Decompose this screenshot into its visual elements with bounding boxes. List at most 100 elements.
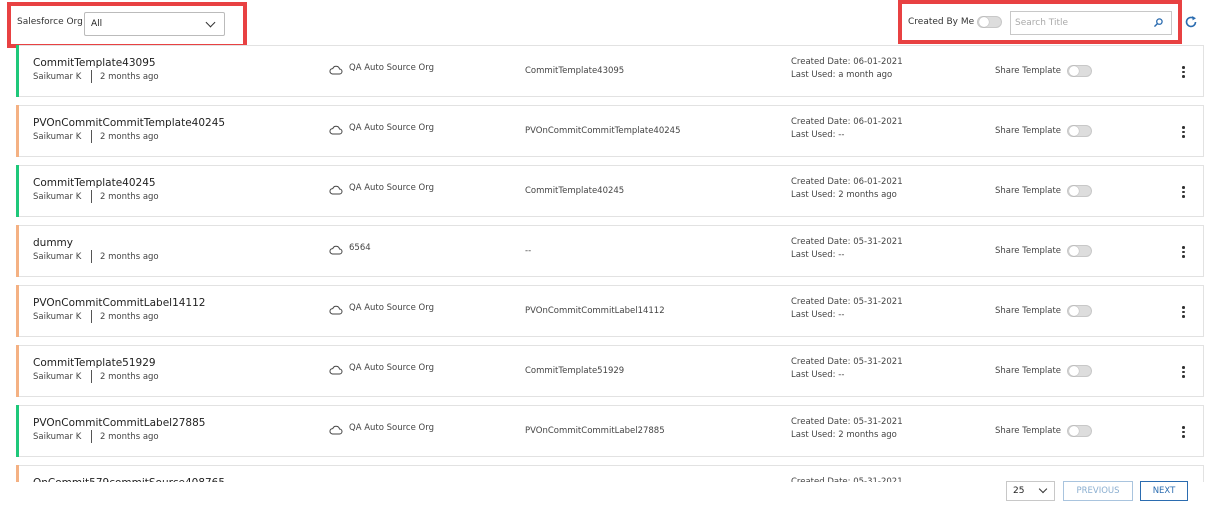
search-box: [1010, 11, 1172, 35]
more-options-icon[interactable]: [1181, 66, 1185, 78]
salesforce-org-select[interactable]: All: [84, 12, 225, 36]
status-bar: [16, 225, 19, 277]
table-row[interactable]: CommitTemplate51929 Saikumar K 2 months …: [16, 345, 1204, 397]
template-name[interactable]: PVOnCommitCommitTemplate40245: [33, 117, 225, 129]
author-name: Saikumar K: [33, 432, 82, 442]
source-org: QA Auto Source Org: [349, 363, 434, 373]
last-used: Last Used: 2 months ago: [791, 430, 897, 440]
share-template-toggle[interactable]: [1067, 305, 1092, 317]
refresh-icon[interactable]: [1184, 15, 1198, 29]
created-date: Created Date: 06-01-2021: [791, 117, 903, 127]
status-bar: [16, 45, 19, 97]
template-label: PVOnCommitCommitLabel27885: [525, 426, 665, 436]
table-row[interactable]: PVOnCommitCommitLabel27885 Saikumar K 2 …: [16, 405, 1204, 457]
per-page-value: 25: [1013, 486, 1025, 496]
cloud-icon: [329, 185, 343, 195]
source-org: QA Auto Source Org: [349, 63, 434, 73]
template-label: --: [525, 246, 532, 256]
author-separator: [91, 430, 92, 443]
source-org: QA Auto Source Org: [349, 303, 434, 313]
table-row[interactable]: CommitTemplate43095 Saikumar K 2 months …: [16, 45, 1204, 97]
source-org: QA Auto Source Org: [349, 183, 434, 193]
author-name: Saikumar K: [33, 72, 82, 82]
author-name: Saikumar K: [33, 192, 82, 202]
author-separator: [91, 70, 92, 83]
last-used: Last Used: --: [791, 250, 845, 260]
last-used: Last Used: --: [791, 310, 845, 320]
created-ago: 2 months ago: [100, 312, 159, 322]
share-template-toggle[interactable]: [1067, 185, 1092, 197]
more-options-icon[interactable]: [1181, 246, 1185, 258]
author-separator: [91, 370, 92, 383]
status-bar: [16, 465, 19, 482]
template-name[interactable]: PVOnCommitCommitLabel14112: [33, 297, 205, 309]
search-title-input[interactable]: [1015, 16, 1145, 30]
created-date: Created Date: 05-31-2021: [791, 237, 903, 247]
author-name: Saikumar K: [33, 312, 82, 322]
more-options-icon[interactable]: [1181, 426, 1185, 438]
status-bar: [16, 345, 19, 397]
salesforce-org-value: All: [91, 19, 103, 29]
created-ago: 2 months ago: [100, 192, 159, 202]
share-template-label: Share Template: [995, 366, 1062, 376]
created-date: Created Date: 05-31-2021: [791, 357, 903, 367]
created-date: Created Date: 06-01-2021: [791, 177, 903, 187]
share-template-toggle[interactable]: [1067, 65, 1092, 77]
share-template-label: Share Template: [995, 186, 1062, 196]
created-ago: 2 months ago: [100, 132, 159, 142]
cloud-icon: [329, 305, 343, 315]
table-row[interactable]: CommitTemplate40245 Saikumar K 2 months …: [16, 165, 1204, 217]
per-page-select[interactable]: 25: [1006, 481, 1055, 501]
created-date: Created Date: 05-31-2021: [791, 417, 903, 427]
template-name[interactable]: PVOnCommitCommitLabel27885: [33, 417, 205, 429]
salesforce-org-label: Salesforce Org: [17, 17, 83, 27]
template-name[interactable]: dummy: [33, 237, 73, 249]
next-button[interactable]: NEXT: [1140, 481, 1188, 501]
template-list: CommitTemplate43095 Saikumar K 2 months …: [16, 45, 1204, 482]
template-name[interactable]: OnCommit579commitSource408765: [33, 477, 225, 482]
status-bar: [16, 285, 19, 337]
last-used: Last Used: --: [791, 370, 845, 380]
share-template-label: Share Template: [995, 426, 1062, 436]
created-ago: 2 months ago: [100, 72, 159, 82]
table-row[interactable]: OnCommit579commitSource408765 Created Da…: [16, 465, 1204, 482]
more-options-icon[interactable]: [1181, 366, 1185, 378]
share-template-toggle[interactable]: [1067, 365, 1092, 377]
share-template-toggle[interactable]: [1067, 125, 1092, 137]
table-row[interactable]: PVOnCommitCommitLabel14112 Saikumar K 2 …: [16, 285, 1204, 337]
more-options-icon[interactable]: [1181, 126, 1185, 138]
created-date: Created Date: 05-31-2021: [791, 477, 903, 482]
more-options-icon[interactable]: [1181, 186, 1185, 198]
previous-button[interactable]: PREVIOUS: [1063, 481, 1133, 501]
table-row[interactable]: PVOnCommitCommitTemplate40245 Saikumar K…: [16, 105, 1204, 157]
template-label: CommitTemplate51929: [525, 366, 625, 376]
created-date: Created Date: 06-01-2021: [791, 57, 903, 67]
template-label: CommitTemplate40245: [525, 186, 625, 196]
template-name[interactable]: CommitTemplate43095: [33, 57, 156, 69]
more-options-icon[interactable]: [1181, 306, 1185, 318]
template-label: PVOnCommitCommitTemplate40245: [525, 126, 681, 136]
filter-bar: Salesforce Org All Created By Me: [0, 0, 1206, 48]
last-used: Last Used: 2 months ago: [791, 190, 897, 200]
share-template-toggle[interactable]: [1067, 425, 1092, 437]
author-separator: [91, 250, 92, 263]
created-ago: 2 months ago: [100, 432, 159, 442]
share-template-toggle[interactable]: [1067, 245, 1092, 257]
template-name[interactable]: CommitTemplate40245: [33, 177, 156, 189]
chevron-down-icon: [205, 17, 216, 28]
share-template-label: Share Template: [995, 126, 1062, 136]
created-ago: 2 months ago: [100, 372, 159, 382]
created-date: Created Date: 05-31-2021: [791, 297, 903, 307]
author-separator: [91, 130, 92, 143]
source-org: QA Auto Source Org: [349, 123, 434, 133]
share-template-label: Share Template: [995, 306, 1062, 316]
status-bar: [16, 405, 19, 457]
template-name[interactable]: CommitTemplate51929: [33, 357, 156, 369]
status-bar: [16, 105, 19, 157]
table-row[interactable]: dummy Saikumar K 2 months ago 6564 -- Cr…: [16, 225, 1204, 277]
search-icon[interactable]: [1154, 18, 1163, 27]
created-by-me-toggle[interactable]: [977, 16, 1002, 28]
author-name: Saikumar K: [33, 372, 82, 382]
cloud-icon: [329, 125, 343, 135]
author-separator: [91, 310, 92, 323]
